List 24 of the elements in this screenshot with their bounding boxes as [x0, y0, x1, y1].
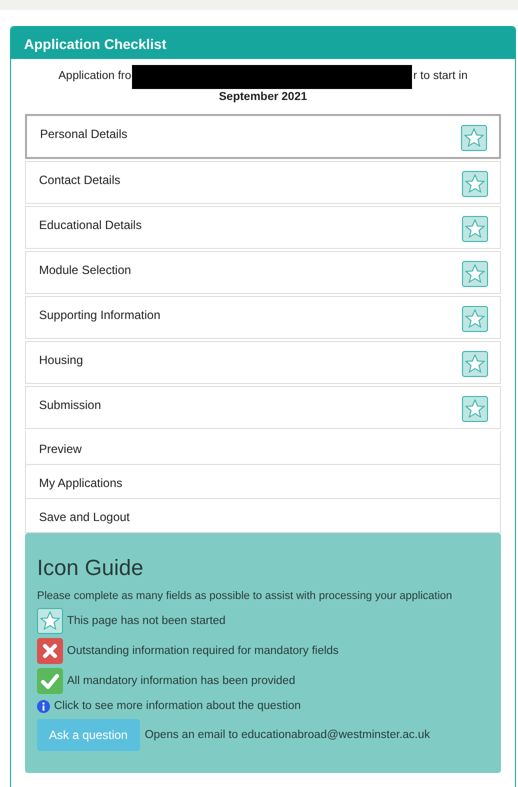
- intro-text: r to start in: [413, 69, 468, 84]
- guide-text: All mandatory information has been provided: [67, 674, 296, 689]
- check-icon: [37, 668, 63, 694]
- panel-title: Application Checklist: [11, 27, 515, 59]
- checklist-item[interactable]: Contact Details: [25, 161, 501, 204]
- info-icon: [37, 700, 50, 714]
- checklist-item[interactable]: Housing: [25, 341, 501, 384]
- guide-text: This page has not been started: [67, 614, 226, 629]
- checklist-item[interactable]: Personal Details: [25, 114, 501, 160]
- guide-text: Outstanding information required for mandatory fields: [67, 644, 339, 659]
- checklist-item[interactable]: Module Selection: [25, 251, 501, 294]
- guide-text: Click to see more information about the question: [54, 699, 301, 714]
- checklist-item[interactable]: Educational Details: [25, 206, 501, 250]
- intro-date: September 2021: [218, 90, 308, 105]
- checklist-item[interactable]: Supporting Information: [25, 296, 501, 340]
- checklist-item[interactable]: Preview: [25, 431, 501, 466]
- checklist-item[interactable]: Submission: [25, 386, 501, 430]
- checklist-item[interactable]: My Applications: [25, 465, 501, 500]
- cross-icon: [37, 638, 63, 664]
- intro-text: Application fro: [58, 69, 132, 84]
- guide-title: Icon Guide: [37, 555, 144, 582]
- guide-text: Opens an email to educationabroad@westminster.ac.uk: [144, 728, 430, 743]
- checklist-item[interactable]: Save and Logout: [25, 499, 501, 534]
- guide-note: Please complete as many fields as possible to assist with processing your application: [37, 588, 454, 604]
